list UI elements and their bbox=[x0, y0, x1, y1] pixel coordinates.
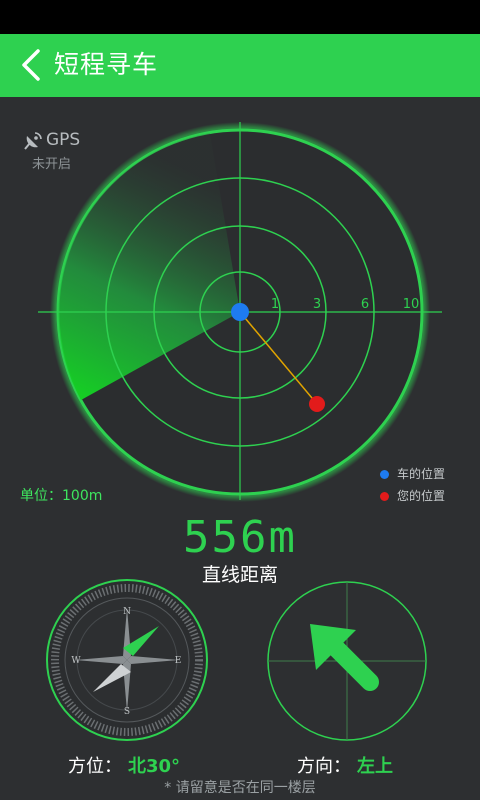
floor-hint: * 请留意是否在同一楼层 bbox=[164, 780, 316, 796]
compass-label-e: E bbox=[175, 656, 182, 666]
gps-status-text: 未开启 bbox=[32, 157, 72, 172]
direction-indicator bbox=[267, 581, 427, 741]
ring-label: 6 bbox=[361, 297, 369, 312]
ring-label: 1 bbox=[271, 297, 279, 312]
user-position-dot bbox=[309, 396, 325, 412]
distance-value: 556m bbox=[183, 512, 297, 563]
ring-label: 3 bbox=[313, 297, 321, 312]
back-button[interactable] bbox=[16, 48, 46, 82]
page-title: 短程寻车 bbox=[54, 50, 159, 79]
car-position-dot bbox=[231, 303, 249, 321]
satellite-dish-icon bbox=[24, 132, 42, 150]
gps-label: GPS bbox=[46, 130, 81, 150]
gps-status: GPS 未开启 bbox=[20, 128, 100, 172]
back-arrow-icon bbox=[22, 49, 40, 81]
legend-item-you: 您的位置 bbox=[380, 486, 445, 506]
legend-label: 您的位置 bbox=[397, 489, 446, 503]
direction-readout: 方向： 左上 bbox=[297, 752, 393, 778]
title-bar: 短程寻车 bbox=[0, 34, 480, 97]
legend-item-car: 车的位置 bbox=[380, 464, 445, 484]
direction-value: 左上 bbox=[357, 756, 393, 777]
compass-label-n: N bbox=[123, 607, 131, 617]
orientation-label: 方位： bbox=[68, 756, 122, 777]
legend-dot-red bbox=[380, 492, 389, 501]
ring-label: 10 bbox=[403, 297, 420, 312]
legend-label: 车的位置 bbox=[397, 467, 446, 481]
legend-dot-blue bbox=[380, 470, 389, 479]
compass-label-w: W bbox=[71, 656, 81, 666]
compass-label-s: S bbox=[124, 707, 130, 717]
orientation-readout: 方位： 北30° bbox=[68, 752, 180, 778]
radar-legend: 车的位置 您的位置 bbox=[380, 464, 480, 510]
status-bar bbox=[0, 0, 480, 34]
compass-dial: N E S W bbox=[46, 579, 208, 741]
distance-readout: 556m bbox=[0, 512, 480, 564]
unit-label: 单位：100m bbox=[20, 488, 103, 504]
orientation-value: 北30° bbox=[128, 756, 181, 777]
direction-label: 方向： bbox=[297, 756, 351, 777]
